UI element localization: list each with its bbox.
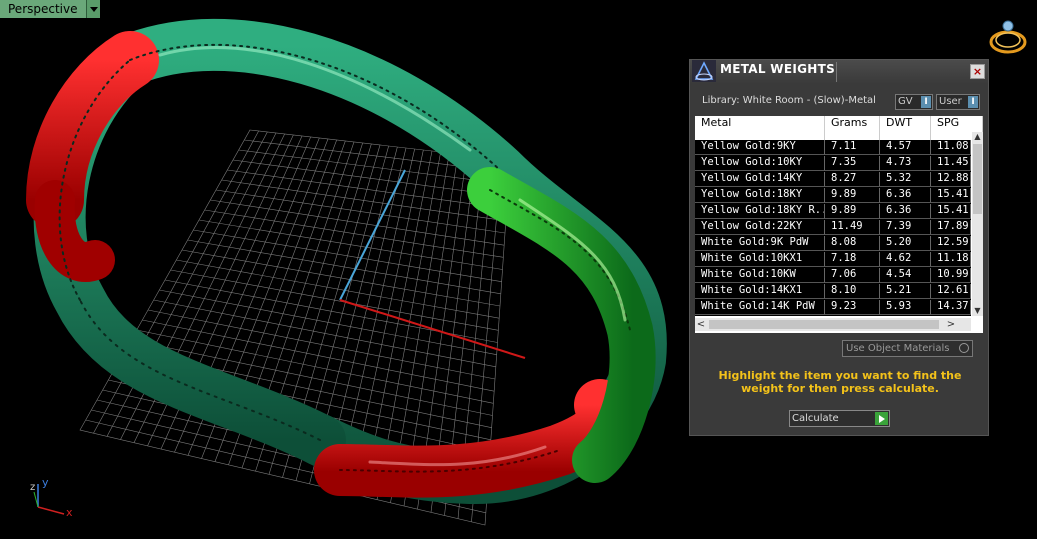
cell-metal: Yellow Gold:10KY — [695, 156, 825, 171]
axis-z-label: z — [30, 482, 35, 493]
table-header: Metal Grams DWT SPG — [695, 116, 983, 140]
cell-grams: 7.06 — [825, 268, 880, 283]
table-row[interactable]: Yellow Gold:22KY 11.49 7.39 17.89 — [695, 220, 971, 236]
calculate-label: Calculate — [792, 413, 839, 424]
cell-grams: 8.27 — [825, 172, 880, 187]
axis-triad-icon: y x z — [30, 476, 73, 519]
cell-dwt: 5.20 — [880, 236, 931, 251]
gv-dropdown-label: GV — [898, 96, 913, 107]
dropdown-toggle-icon[interactable]: I — [921, 96, 931, 108]
cell-grams: 7.18 — [825, 252, 880, 267]
cell-dwt: 4.73 — [880, 156, 931, 171]
cell-spg: 12.88 — [931, 172, 971, 187]
cell-spg: 10.99 — [931, 268, 971, 283]
table-row[interactable]: White Gold:10KX1 7.18 4.62 11.18 — [695, 252, 971, 268]
table-row[interactable]: White Gold:14KX1 8.10 5.21 12.61 — [695, 284, 971, 300]
scrollbar-thumb[interactable] — [973, 144, 982, 214]
table-row[interactable]: Yellow Gold:18KY 9.89 6.36 15.41 — [695, 188, 971, 204]
metal-weights-panel: METAL WEIGHTS × Library: White Room - (S… — [689, 59, 989, 436]
axis-y-label: y — [42, 476, 49, 489]
cell-dwt: 4.62 — [880, 252, 931, 267]
cell-spg: 11.45 — [931, 156, 971, 171]
viewport-label-tab[interactable]: Perspective — [0, 0, 100, 18]
table-row[interactable]: White Gold:9K PdW 8.08 5.20 12.59 — [695, 236, 971, 252]
table-row[interactable]: White Gold:14K PdW 9.23 5.93 14.37 — [695, 300, 971, 316]
cell-metal: White Gold:10KW — [695, 268, 825, 283]
cell-metal: Yellow Gold:18KY R... — [695, 204, 825, 219]
cell-dwt: 5.21 — [880, 284, 931, 299]
table-row[interactable]: Yellow Gold:9KY 7.11 4.57 11.08 — [695, 140, 971, 156]
cell-grams: 8.10 — [825, 284, 880, 299]
x-axis-line — [339, 299, 526, 359]
dropdown-toggle-icon[interactable]: I — [968, 96, 978, 108]
scroll-up-icon[interactable]: ▲ — [972, 132, 983, 142]
use-object-materials-label: Use Object Materials — [846, 343, 950, 354]
scrollbar-thumb[interactable] — [709, 320, 939, 329]
app-logo-icon — [692, 60, 716, 82]
instruction-text: Highlight the item you want to find the … — [718, 369, 962, 395]
scroll-left-icon[interactable]: < — [695, 318, 707, 331]
cell-spg: 11.18 — [931, 252, 971, 267]
user-dropdown[interactable]: User I — [936, 94, 980, 110]
cell-grams: 9.89 — [825, 204, 880, 219]
cell-metal: White Gold:14KX1 — [695, 284, 825, 299]
cell-metal: Yellow Gold:18KY — [695, 188, 825, 203]
cell-dwt: 5.32 — [880, 172, 931, 187]
cell-grams: 7.11 — [825, 140, 880, 155]
table-row[interactable]: White Gold:10KW 7.06 4.54 10.99 — [695, 268, 971, 284]
cell-metal: Yellow Gold:14KY — [695, 172, 825, 187]
metal-weights-table[interactable]: Metal Grams DWT SPG Yellow Gold:9KY 7.11 4… — [695, 116, 983, 333]
ring-model — [26, 18, 667, 505]
user-dropdown-label: User — [939, 96, 962, 107]
gv-dropdown[interactable]: GV I — [895, 94, 933, 110]
cell-dwt: 4.57 — [880, 140, 931, 155]
column-header-metal[interactable]: Metal — [695, 116, 825, 140]
cell-grams: 9.23 — [825, 300, 880, 315]
cell-dwt: 4.54 — [880, 268, 931, 283]
cell-grams: 7.35 — [825, 156, 880, 171]
scroll-right-icon[interactable]: > — [945, 318, 957, 331]
axis-x-label: x — [66, 506, 73, 519]
cell-metal: Yellow Gold:9KY — [695, 140, 825, 155]
table-row[interactable]: Yellow Gold:10KY 7.35 4.73 11.45 — [695, 156, 971, 172]
cell-metal: Yellow Gold:22KY — [695, 220, 825, 235]
cell-metal: White Gold:10KX1 — [695, 252, 825, 267]
cell-spg: 15.41 — [931, 188, 971, 203]
cell-spg: 12.59 — [931, 236, 971, 251]
panel-title-bar[interactable]: METAL WEIGHTS × — [690, 60, 988, 84]
cell-dwt: 6.36 — [880, 188, 931, 203]
chevron-down-icon[interactable] — [85, 0, 100, 18]
horizontal-scrollbar[interactable]: < > — [695, 318, 971, 331]
cell-dwt: 6.36 — [880, 204, 931, 219]
table-row[interactable]: Yellow Gold:18KY R... 9.89 6.36 15.41 — [695, 204, 971, 220]
viewport-name[interactable]: Perspective — [0, 0, 86, 18]
column-header-grams[interactable]: Grams — [825, 116, 880, 140]
title-separator — [836, 62, 837, 82]
cell-spg: 11.08 — [931, 140, 971, 155]
panel-title: METAL WEIGHTS — [720, 62, 836, 76]
cell-spg: 15.41 — [931, 204, 971, 219]
cell-metal: White Gold:14K PdW — [695, 300, 825, 315]
radio-icon[interactable] — [959, 343, 969, 353]
calculate-button[interactable]: Calculate — [789, 410, 890, 427]
library-label: Library: White Room - (Slow)-Metal — [702, 95, 876, 106]
scroll-down-icon[interactable]: ▼ — [972, 306, 983, 316]
use-object-materials-toggle[interactable]: Use Object Materials — [842, 340, 973, 357]
cell-spg: 12.61 — [931, 284, 971, 299]
column-header-dwt[interactable]: DWT — [880, 116, 931, 140]
cell-grams: 9.89 — [825, 188, 880, 203]
vertical-scrollbar[interactable]: ▲ ▼ — [972, 132, 983, 316]
close-icon[interactable]: × — [970, 64, 985, 79]
cell-dwt: 7.39 — [880, 220, 931, 235]
cell-grams: 11.49 — [825, 220, 880, 235]
cell-spg: 17.89 — [931, 220, 971, 235]
cell-grams: 8.08 — [825, 236, 880, 251]
table-row[interactable]: Yellow Gold:14KY 8.27 5.32 12.88 — [695, 172, 971, 188]
cell-metal: White Gold:9K PdW — [695, 236, 825, 251]
ring-gizmo-icon[interactable] — [986, 14, 1030, 58]
cell-spg: 14.37 — [931, 300, 971, 315]
cell-dwt: 5.93 — [880, 300, 931, 315]
play-arrow-icon[interactable] — [875, 412, 888, 425]
